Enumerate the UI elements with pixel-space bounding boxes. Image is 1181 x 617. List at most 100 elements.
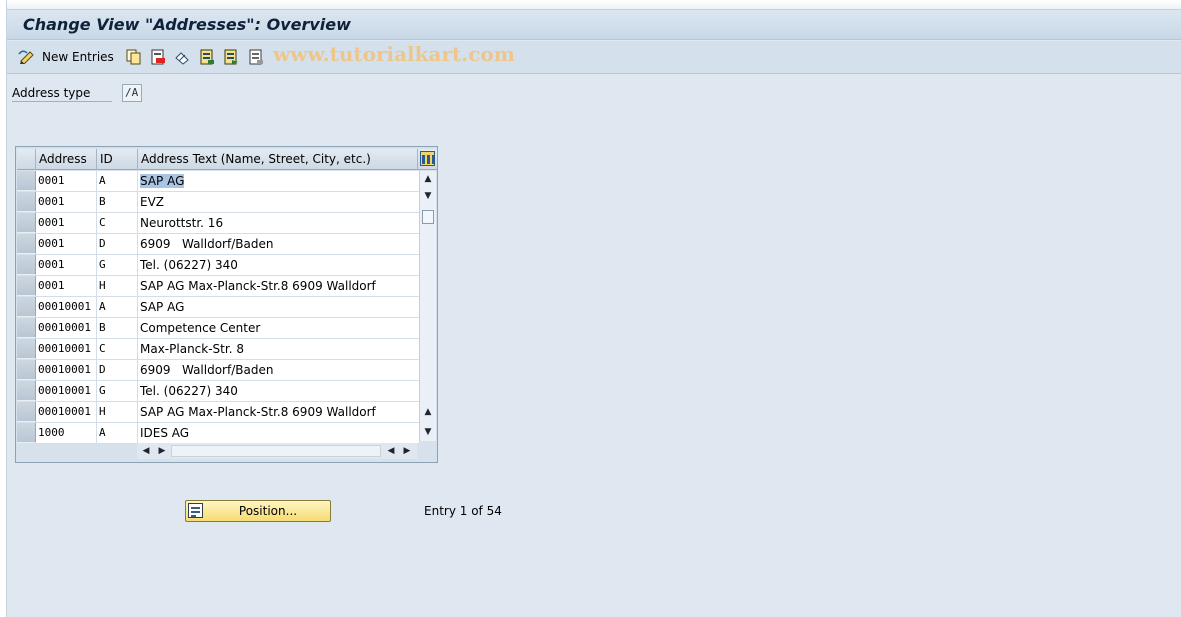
new-entries-button[interactable]: New Entries bbox=[18, 48, 114, 66]
cell-address[interactable]: 00010001 bbox=[36, 381, 97, 402]
copy-icon[interactable] bbox=[125, 48, 141, 66]
row-selector[interactable] bbox=[17, 297, 36, 317]
page-title: Change View "Addresses": Overview bbox=[23, 15, 351, 34]
cell-address[interactable]: 0001 bbox=[36, 276, 97, 297]
cell-address-text[interactable]: Neurottstr. 16 bbox=[138, 213, 420, 234]
cell-address[interactable]: 1000 bbox=[36, 423, 97, 444]
row-selector[interactable] bbox=[17, 402, 36, 422]
row-selector[interactable] bbox=[17, 423, 36, 443]
row-selector[interactable] bbox=[17, 381, 36, 401]
cell-id[interactable]: B bbox=[97, 192, 138, 213]
cell-address-text[interactable]: SAP AG bbox=[138, 297, 420, 318]
page-down-icon[interactable]: ▼ bbox=[420, 424, 436, 440]
table-row[interactable]: 0001 C Neurottstr. 16 bbox=[17, 213, 420, 234]
cell-address[interactable]: 0001 bbox=[36, 213, 97, 234]
watermark-text: www.tutorialkart.com bbox=[273, 42, 515, 66]
row-selector[interactable] bbox=[17, 255, 36, 275]
row-selector[interactable] bbox=[17, 276, 36, 296]
cell-id[interactable]: G bbox=[97, 381, 138, 402]
delete-icon[interactable] bbox=[150, 48, 166, 66]
table-row[interactable]: 0001 B EVZ bbox=[17, 192, 420, 213]
cell-address-text[interactable]: Tel. (06227) 340 bbox=[138, 381, 420, 402]
table-row[interactable]: 1000 A IDES AG bbox=[17, 423, 420, 444]
cell-id[interactable]: H bbox=[97, 402, 138, 423]
cell-id[interactable]: C bbox=[97, 339, 138, 360]
horizontal-scrollbar[interactable]: ◀ ▶ ◀ ▶ bbox=[137, 443, 417, 459]
cell-address[interactable]: 00010001 bbox=[36, 297, 97, 318]
cell-address-text[interactable]: 6909 Walldorf/Baden bbox=[138, 234, 420, 255]
cell-address-text[interactable]: 6909 Walldorf/Baden bbox=[138, 360, 420, 381]
scroll-right-icon[interactable]: ▶ bbox=[155, 443, 169, 459]
scroll-up-icon[interactable]: ▲ bbox=[420, 171, 436, 187]
row-selector[interactable] bbox=[17, 234, 36, 254]
row-selector[interactable] bbox=[17, 318, 36, 338]
cell-id[interactable]: H bbox=[97, 276, 138, 297]
cell-id[interactable]: A bbox=[97, 297, 138, 318]
column-header-address-text[interactable]: Address Text (Name, Street, City, etc.) bbox=[138, 149, 418, 170]
cell-address-text[interactable]: IDES AG bbox=[138, 423, 420, 444]
cell-address-text[interactable]: EVZ bbox=[138, 192, 420, 213]
scroll-left-icon[interactable]: ◀ bbox=[139, 443, 153, 459]
column-header-address[interactable]: Address bbox=[36, 149, 97, 170]
scroll-down-icon[interactable]: ▼ bbox=[420, 188, 436, 204]
table-row[interactable]: 00010001 B Competence Center bbox=[17, 318, 420, 339]
sap-window: Change View "Addresses": Overview New En… bbox=[6, 0, 1181, 617]
table-row[interactable]: 0001 G Tel. (06227) 340 bbox=[17, 255, 420, 276]
cell-id[interactable]: D bbox=[97, 360, 138, 381]
row-selector[interactable] bbox=[17, 339, 36, 359]
new-entries-label: New Entries bbox=[42, 50, 114, 64]
menu-strip bbox=[7, 0, 1181, 10]
table-row[interactable]: 0001 D 6909 Walldorf/Baden bbox=[17, 234, 420, 255]
cell-address[interactable]: 0001 bbox=[36, 192, 97, 213]
page-up-icon[interactable]: ▲ bbox=[420, 404, 436, 420]
address-type-field[interactable]: /A bbox=[122, 84, 142, 102]
deselect-all-icon[interactable] bbox=[248, 48, 264, 66]
cell-id[interactable]: B bbox=[97, 318, 138, 339]
table-row[interactable]: 0001 A SAP AG bbox=[17, 171, 420, 192]
column-header-id[interactable]: ID bbox=[97, 149, 138, 170]
table-settings-icon[interactable] bbox=[420, 151, 435, 166]
table-row[interactable]: 00010001 A SAP AG bbox=[17, 297, 420, 318]
cell-address-text[interactable]: Tel. (06227) 340 bbox=[138, 255, 420, 276]
cell-id[interactable]: D bbox=[97, 234, 138, 255]
vertical-scrollbar[interactable]: ▲ ▼ ▲ ▼ bbox=[419, 171, 436, 441]
cell-address-text[interactable]: Max-Planck-Str. 8 bbox=[138, 339, 420, 360]
row-selector[interactable] bbox=[17, 192, 36, 212]
undo-change-icon[interactable] bbox=[174, 48, 190, 66]
select-all-icon[interactable] bbox=[199, 48, 215, 66]
cell-address[interactable]: 00010001 bbox=[36, 318, 97, 339]
cell-address[interactable]: 00010001 bbox=[36, 402, 97, 423]
position-button[interactable]: Position... bbox=[185, 500, 331, 522]
addresses-table: Address ID Address Text (Name, Street, C… bbox=[15, 146, 438, 463]
cell-address-text[interactable]: SAP AG bbox=[138, 171, 420, 192]
cell-id[interactable]: A bbox=[97, 423, 138, 444]
cell-id[interactable]: C bbox=[97, 213, 138, 234]
table-row[interactable]: 00010001 H SAP AG Max-Planck-Str.8 6909 Wa… bbox=[17, 402, 420, 423]
table-row[interactable]: 00010001 C Max-Planck-Str. 8 bbox=[17, 339, 420, 360]
cell-address[interactable]: 00010001 bbox=[36, 360, 97, 381]
select-block-icon[interactable] bbox=[223, 48, 239, 66]
scrollbar-track[interactable] bbox=[171, 445, 381, 457]
cell-address-text[interactable]: SAP AG Max-Planck-Str.8 6909 Walldorf bbox=[138, 276, 420, 297]
table-row[interactable]: 0001 H SAP AG Max-Planck-Str.8 6909 Walldo… bbox=[17, 276, 420, 297]
cell-address-text[interactable]: Competence Center bbox=[138, 318, 420, 339]
cell-address[interactable]: 0001 bbox=[36, 234, 97, 255]
cell-address[interactable]: 0001 bbox=[36, 171, 97, 192]
table-row[interactable]: 00010001 G Tel. (06227) 340 bbox=[17, 381, 420, 402]
table-header: Address ID Address Text (Name, Street, C… bbox=[17, 149, 437, 170]
cell-id[interactable]: G bbox=[97, 255, 138, 276]
row-selector[interactable] bbox=[17, 360, 36, 380]
cell-id[interactable]: A bbox=[97, 171, 138, 192]
scrollbar-thumb[interactable] bbox=[422, 210, 434, 224]
scroll-left-end-icon[interactable]: ◀ bbox=[384, 443, 398, 459]
select-all-rows-header[interactable] bbox=[17, 149, 36, 170]
cell-address-text[interactable]: SAP AG Max-Planck-Str.8 6909 Walldorf bbox=[138, 402, 420, 423]
cell-address[interactable]: 0001 bbox=[36, 255, 97, 276]
entry-counter: Entry 1 of 54 bbox=[424, 504, 502, 518]
selected-text: SAP AG bbox=[140, 174, 185, 188]
row-selector[interactable] bbox=[17, 213, 36, 233]
cell-address[interactable]: 00010001 bbox=[36, 339, 97, 360]
row-selector[interactable] bbox=[17, 171, 36, 191]
scroll-right-end-icon[interactable]: ▶ bbox=[400, 443, 414, 459]
table-row[interactable]: 00010001 D 6909 Walldorf/Baden bbox=[17, 360, 420, 381]
